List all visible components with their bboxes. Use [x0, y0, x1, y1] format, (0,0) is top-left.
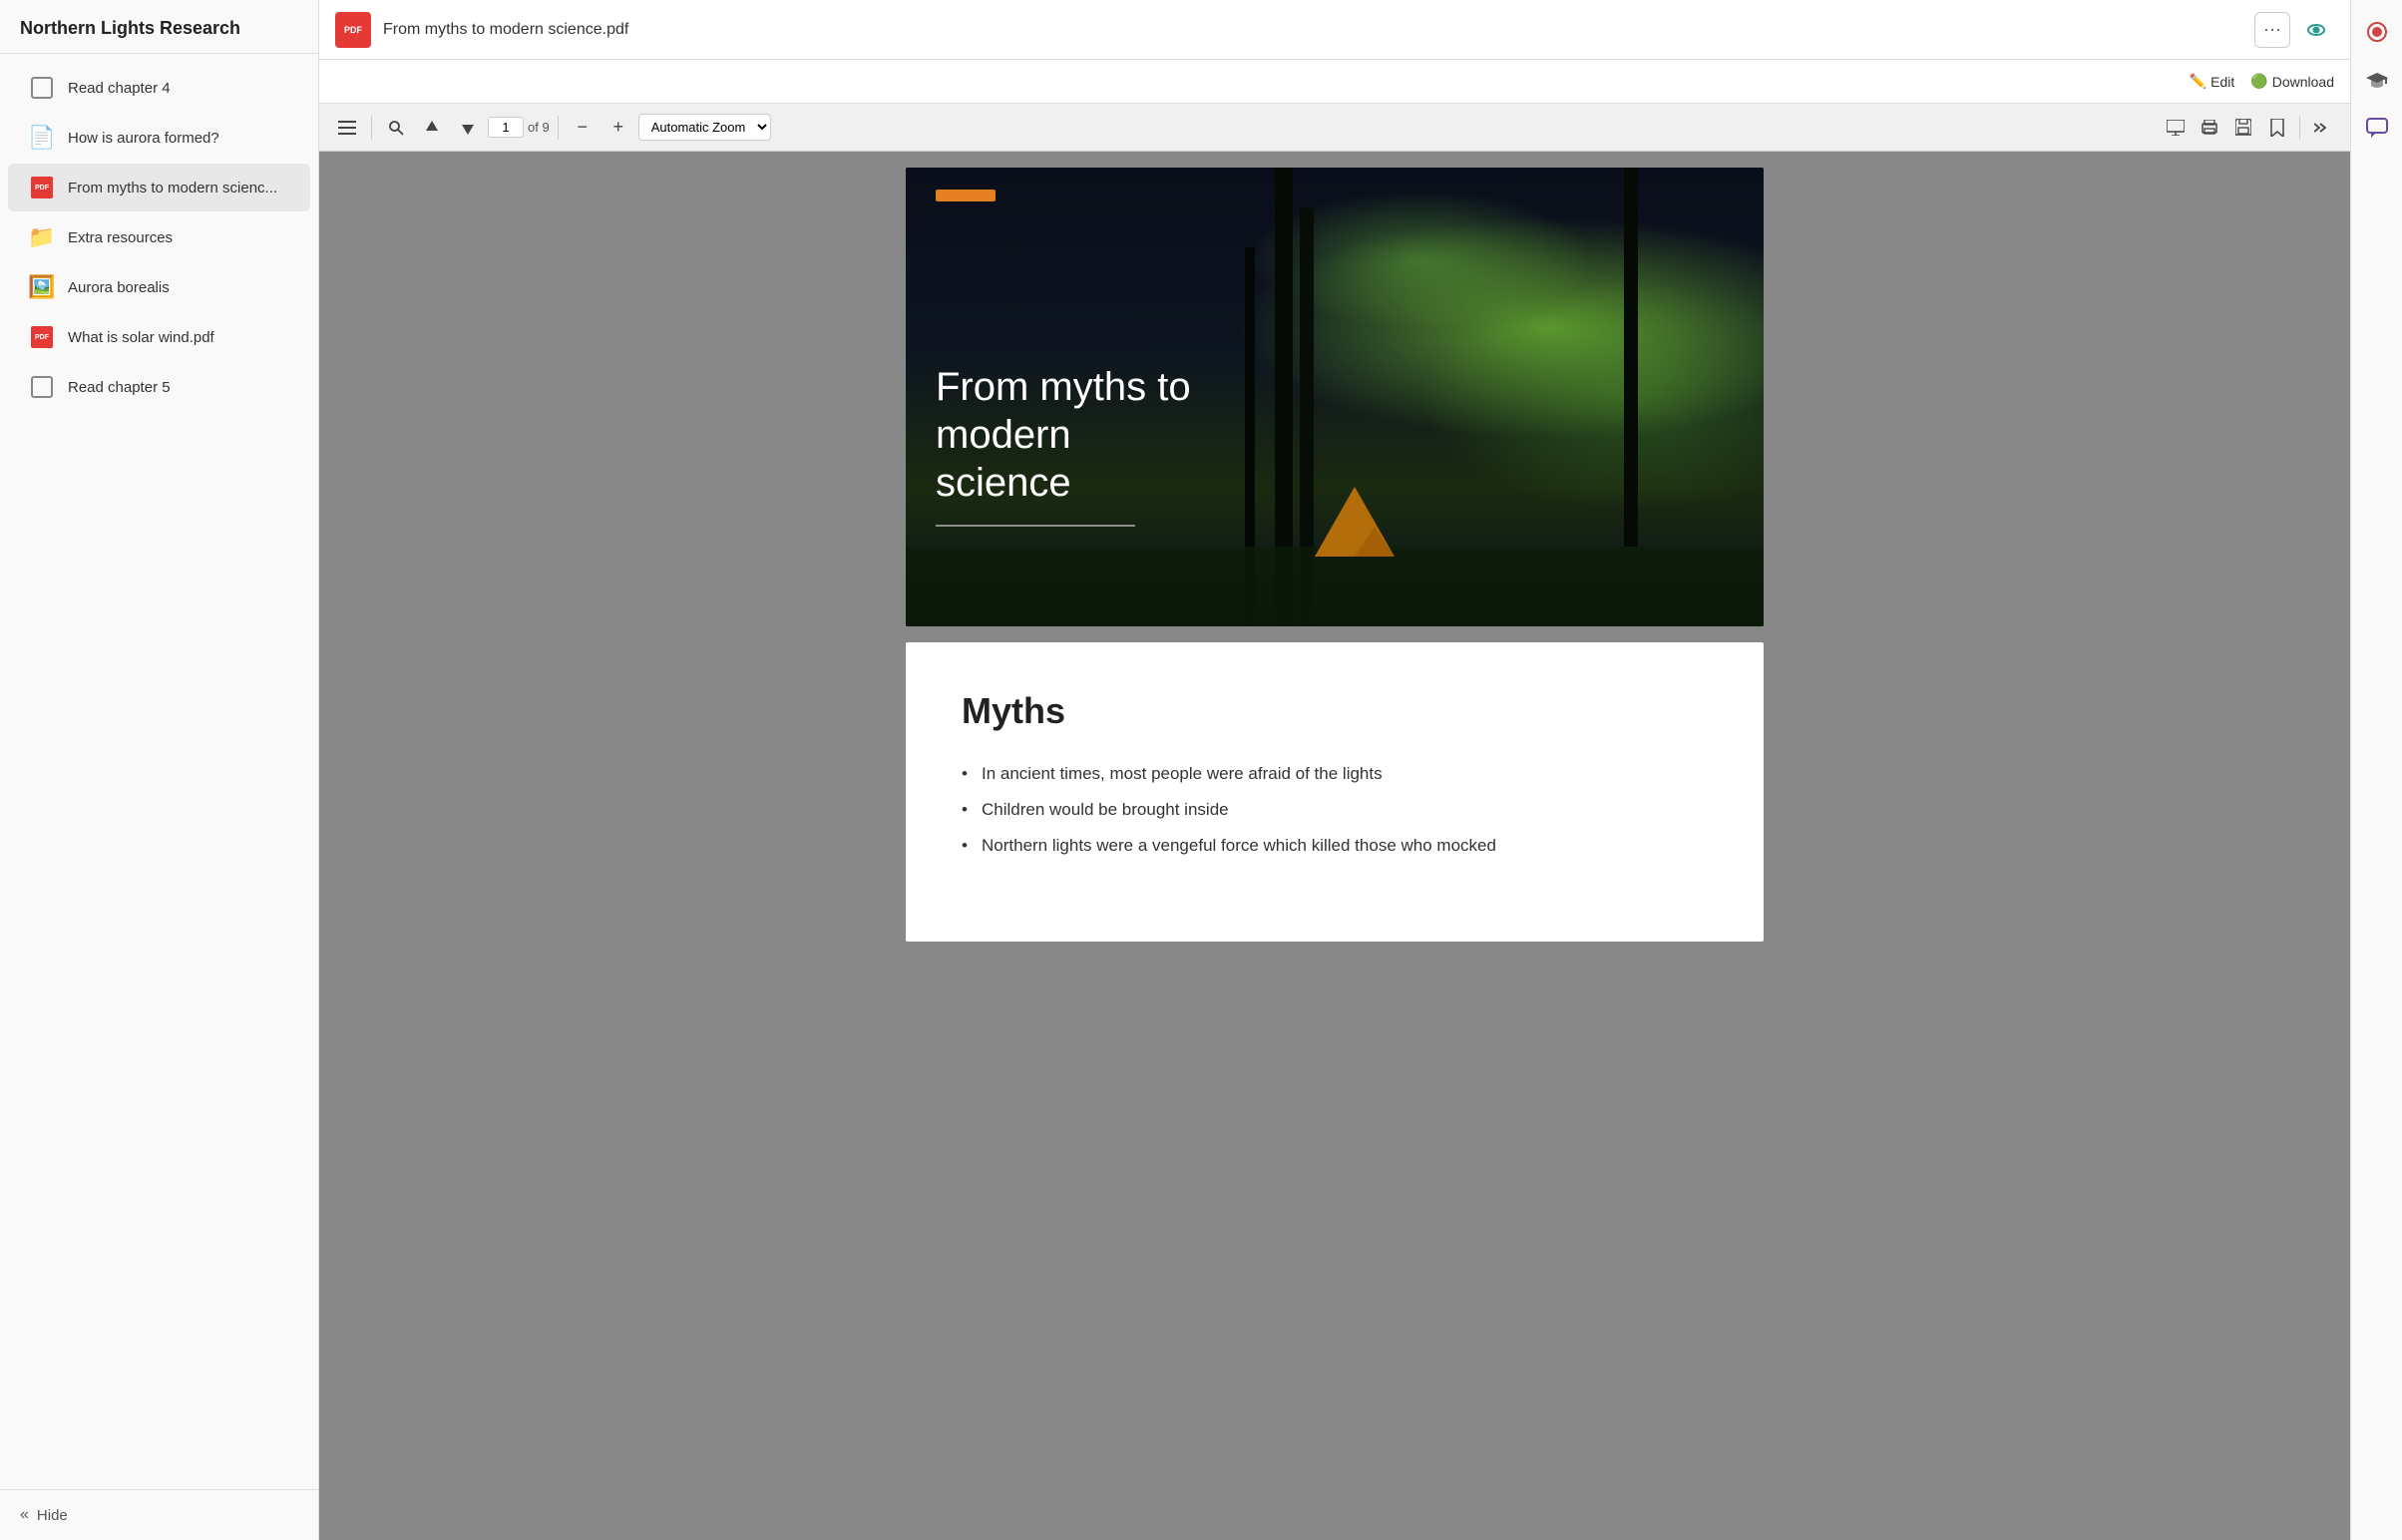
folder-icon: 📁: [28, 224, 55, 250]
image-icon: 🖼️: [28, 274, 55, 300]
sidebar-footer: « Hide: [0, 1489, 318, 1540]
sidebar-item-label: Extra resources: [68, 229, 173, 246]
pdf-file-icon: PDF: [335, 12, 371, 48]
save-button[interactable]: [2227, 112, 2259, 144]
next-page-button[interactable]: [452, 112, 484, 144]
sidebar-title: Northern Lights Research: [20, 18, 298, 39]
up-arrow-icon: [426, 121, 438, 135]
toolbar-right-icons: [2160, 112, 2338, 144]
edit-label: Edit: [2210, 74, 2234, 90]
toolbar-separator-3: [2299, 116, 2300, 140]
search-button[interactable]: [380, 112, 412, 144]
chevron-left-icon: «: [20, 1506, 29, 1524]
pdf-icon: PDF: [31, 177, 53, 198]
actionbar: ✏️ Edit 🟢 Download: [319, 60, 2350, 104]
sidebar-item-extra-resources[interactable]: 📁 Extra resources: [8, 213, 310, 261]
sidebar-item-label: Aurora borealis: [68, 279, 170, 296]
page-number-input[interactable]: 1: [488, 117, 524, 138]
comment-button[interactable]: [2357, 108, 2397, 148]
more-options-button[interactable]: ···: [2254, 12, 2290, 48]
page-total: of 9: [528, 120, 550, 135]
myths-bullet-item: In ancient times, most people were afrai…: [962, 764, 1708, 784]
print-button[interactable]: [2194, 112, 2225, 144]
edit-icon: ✏️: [2190, 73, 2206, 90]
sidebar-items: Read chapter 4 📄 How is aurora formed? PDF F…: [0, 54, 318, 1489]
hide-button[interactable]: « Hide: [20, 1506, 68, 1524]
presentation-icon: [2167, 120, 2185, 136]
toolbar-separator-1: [371, 116, 372, 140]
view-toggle-button[interactable]: [2298, 12, 2334, 48]
prev-page-button[interactable]: [416, 112, 448, 144]
sidebar-item-how-aurora-formed[interactable]: 📄 How is aurora formed?: [8, 114, 310, 162]
pdf-toolbar: 1 of 9 − + Automatic ZoomActual SizePage…: [319, 104, 2350, 152]
sidebar-item-solar-wind[interactable]: PDF What is solar wind.pdf: [8, 313, 310, 361]
main-content: PDF From myths to modern science.pdf ···…: [319, 0, 2350, 1540]
download-link[interactable]: 🟢 Download: [2250, 73, 2334, 90]
print-icon: [2201, 120, 2218, 136]
graduation-icon: [2366, 69, 2388, 91]
toolbar-separator-2: [558, 116, 559, 140]
topbar: PDF From myths to modern science.pdf ···: [319, 0, 2350, 60]
search-icon: [388, 120, 404, 136]
download-label: Download: [2272, 74, 2334, 90]
zoom-select[interactable]: Automatic ZoomActual SizePage FitPage Wi…: [638, 114, 771, 141]
sidebar-toggle-icon: [338, 121, 356, 135]
myths-bullet-item: Northern lights were a vengeful force wh…: [962, 836, 1708, 856]
slide-underline: [936, 525, 1135, 527]
sidebar-item-label: How is aurora formed?: [68, 130, 219, 147]
sidebar-item-label: From myths to modern scienc...: [68, 180, 277, 196]
pdf-content-area[interactable]: From myths to modern science Myths In an…: [319, 152, 2350, 1540]
sidebar-item-from-myths[interactable]: PDF From myths to modern scienc...: [8, 164, 310, 211]
document-title: From myths to modern science.pdf: [383, 21, 2242, 39]
presentation-button[interactable]: [2160, 112, 2192, 144]
record-icon: [2366, 21, 2388, 43]
download-icon: 🟢: [2250, 73, 2267, 90]
eye-icon: [2304, 18, 2328, 42]
record-button[interactable]: [2357, 12, 2397, 52]
sidebar-item-label: What is solar wind.pdf: [68, 329, 214, 346]
hide-label: Hide: [37, 1507, 68, 1524]
right-panel: [2350, 0, 2402, 1540]
topbar-actions: ···: [2254, 12, 2334, 48]
more-tools-button[interactable]: [2306, 112, 2338, 144]
sidebar-item-label: Read chapter 5: [68, 379, 171, 396]
graduate-button[interactable]: [2357, 60, 2397, 100]
myths-bullet-item: Children would be brought inside: [962, 800, 1708, 820]
sidebar-item-read-chapter-5[interactable]: Read chapter 5: [8, 363, 310, 411]
sidebar-header: Northern Lights Research: [0, 0, 318, 54]
myths-bullet-list: In ancient times, most people were afrai…: [962, 764, 1708, 856]
pdf-page-2: Myths In ancient times, most people were…: [906, 642, 1764, 942]
checkbox-icon: [31, 376, 53, 398]
double-chevron-icon: [2314, 121, 2330, 135]
slide-title: From myths to modern science: [936, 363, 1191, 507]
checkbox-icon: [31, 77, 53, 99]
zoom-in-button[interactable]: +: [602, 112, 634, 144]
file-icon: 📄: [28, 125, 55, 151]
orange-accent-bar: [936, 190, 996, 201]
zoom-out-button[interactable]: −: [567, 112, 599, 144]
sidebar-item-aurora-borealis[interactable]: 🖼️ Aurora borealis: [8, 263, 310, 311]
bookmark-button[interactable]: [2261, 112, 2293, 144]
myths-heading: Myths: [962, 690, 1708, 732]
down-arrow-icon: [462, 121, 474, 135]
sidebar-item-label: Read chapter 4: [68, 80, 171, 97]
sidebar: Northern Lights Research Read chapter 4 📄…: [0, 0, 319, 1540]
sidebar-item-read-chapter-4[interactable]: Read chapter 4: [8, 64, 310, 112]
pdf-icon: PDF: [31, 326, 53, 348]
save-icon: [2235, 119, 2251, 137]
slide-text-block: From myths to modern science: [936, 363, 1191, 527]
bookmark-icon: [2270, 119, 2284, 137]
edit-link[interactable]: ✏️ Edit: [2190, 73, 2235, 90]
pdf-slide-1: From myths to modern science: [906, 168, 1764, 626]
comment-icon: [2366, 118, 2388, 138]
toggle-sidebar-button[interactable]: [331, 112, 363, 144]
